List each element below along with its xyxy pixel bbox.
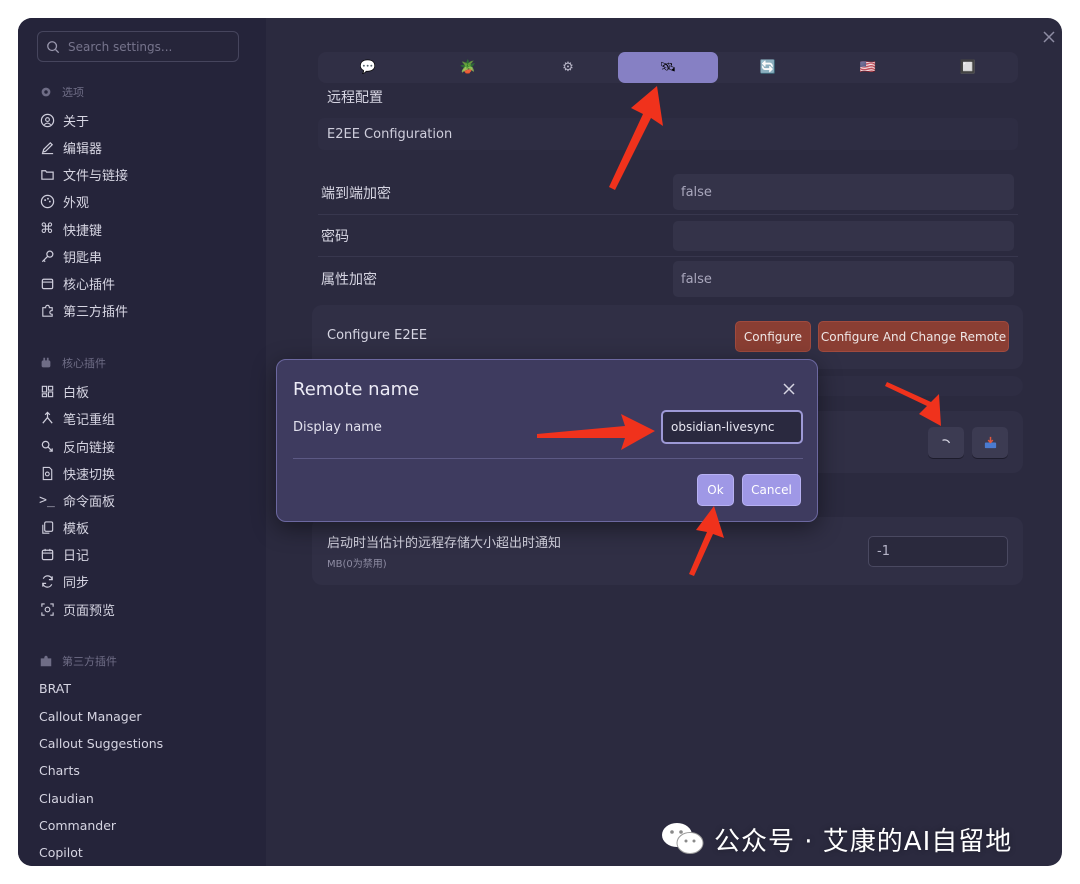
potted-plant-icon: 🪴 — [459, 60, 477, 75]
search-input[interactable] — [68, 39, 228, 54]
sidebar-item-files-links[interactable]: 文件与链接 — [39, 164, 128, 184]
terminal-icon: >_ — [39, 492, 55, 508]
display-name-label: Display name — [293, 420, 382, 435]
property-encryption-label: 属性加密 — [321, 272, 377, 288]
sidebar-item-canvas[interactable]: 白板 — [39, 381, 89, 401]
satellite-icon: 🛰 — [659, 60, 677, 75]
plugin-tab-bar: 💬 🪴 ⚙ 🛰 🔄 🇺🇸 🔲 — [318, 52, 1018, 83]
puzzle-icon — [39, 302, 55, 318]
passphrase-field[interactable] — [673, 221, 1014, 251]
tab-flag[interactable]: 🇺🇸 — [818, 52, 918, 83]
sidebar-item-command-palette[interactable]: >_ 命令面板 — [39, 490, 115, 510]
close-icon[interactable] — [1042, 30, 1056, 44]
sidebar-item-community-plugins[interactable]: 第三方插件 — [39, 300, 128, 320]
gear-icon — [39, 85, 53, 99]
sync-icon: 🔄 — [759, 60, 777, 75]
palette-icon — [39, 193, 55, 209]
core-plugins-header: 核心插件 — [39, 355, 106, 371]
sidebar-item-daily-notes[interactable]: 日记 — [39, 544, 89, 564]
inbox-tray-icon — [984, 436, 996, 449]
notify-size-sub: MB(0为禁用) — [327, 559, 387, 570]
sidebar-item-callout-suggestions[interactable]: Callout Suggestions — [39, 736, 163, 751]
sidebar-item-appearance[interactable]: 外观 — [39, 191, 89, 211]
info-circle-icon — [39, 112, 55, 128]
notify-size-input[interactable]: -1 — [868, 536, 1008, 567]
search-icon — [47, 40, 60, 53]
section-title: 远程配置 — [327, 90, 383, 106]
sidebar-item-brat[interactable]: BRAT — [39, 681, 71, 696]
tab-grid[interactable]: 🔲 — [918, 52, 1018, 83]
command-icon: ⌘ — [40, 221, 54, 237]
loading-button[interactable] — [928, 427, 964, 458]
wechat-icon — [662, 823, 704, 854]
sidebar-item-note-composer[interactable]: 笔记重组 — [39, 408, 115, 428]
sidebar-item-charts[interactable]: Charts — [39, 763, 80, 778]
sidebar-item-editor[interactable]: 编辑器 — [39, 137, 102, 157]
chat-bubble-icon: 💬 — [359, 60, 377, 75]
refresh-icon — [39, 573, 55, 589]
sidebar-item-commander[interactable]: Commander — [39, 818, 116, 833]
options-header: 选项 — [39, 84, 84, 100]
copy-icon — [39, 519, 55, 535]
sidebar-item-backlinks[interactable]: 反向链接 — [39, 436, 115, 456]
sidebar-item-page-preview[interactable]: 页面预览 — [39, 599, 115, 619]
modal-divider — [293, 458, 803, 459]
sidebar-item-hotkeys[interactable]: ⌘ 快捷键 — [39, 219, 102, 239]
third-party-header: 第三方插件 — [39, 653, 117, 669]
pencil-icon — [39, 139, 55, 155]
sidebar-item-claudian[interactable]: Claudian — [39, 791, 94, 806]
folder-link-icon — [39, 166, 55, 182]
e2ee-label: 端到端加密 — [321, 186, 391, 202]
canvas-icon — [39, 383, 55, 399]
tab-sync[interactable]: 🔄 — [718, 52, 818, 83]
preview-icon — [39, 601, 55, 617]
e2ee-config-heading: E2EE Configuration — [318, 118, 1018, 150]
divider — [318, 214, 1018, 215]
cancel-button[interactable]: Cancel — [742, 474, 801, 506]
file-search-icon — [39, 465, 55, 481]
tab-remote[interactable]: 🛰 — [618, 52, 718, 83]
configure-e2ee-label: Configure E2EE — [327, 328, 428, 343]
sidebar-item-copilot[interactable]: Copilot — [39, 845, 83, 860]
inbox-tray-button[interactable] — [972, 427, 1008, 458]
sidebar-item-callout-manager[interactable]: Callout Manager — [39, 709, 142, 724]
e2ee-value-field[interactable]: false — [673, 174, 1014, 210]
backlink-icon — [39, 438, 55, 454]
sidebar-item-keychain[interactable]: 钥匙串 — [39, 246, 102, 266]
gear-icon: ⚙ — [562, 60, 574, 75]
property-encryption-field[interactable]: false — [673, 261, 1014, 297]
configure-change-remote-button[interactable]: Configure And Change Remote — [818, 321, 1009, 352]
grid-icon: 🔲 — [959, 60, 977, 75]
calendar-icon — [39, 275, 55, 291]
settings-sidebar: 选项 关于 编辑器 文件与链接 外观 ⌘ 快捷键 钥匙串 核心插件 — [18, 18, 266, 866]
sidebar-item-core-plugins[interactable]: 核心插件 — [39, 273, 115, 293]
tab-plant[interactable]: 🪴 — [418, 52, 518, 83]
flag-icon: 🇺🇸 — [859, 60, 877, 75]
close-icon[interactable] — [782, 382, 796, 396]
sidebar-item-templates[interactable]: 模板 — [39, 517, 89, 537]
merge-icon — [39, 410, 55, 426]
configure-button[interactable]: Configure — [735, 321, 811, 352]
key-icon — [39, 248, 55, 264]
puzzle-icon — [39, 654, 53, 668]
tab-settings[interactable]: ⚙ — [518, 52, 618, 83]
passphrase-label: 密码 — [321, 229, 349, 245]
sidebar-item-quick-switcher[interactable]: 快速切换 — [39, 463, 115, 483]
display-name-input[interactable]: obsidian-livesync — [661, 410, 803, 444]
remote-name-modal: Remote name Display name obsidian-livesy… — [276, 359, 818, 522]
spinner-icon — [942, 438, 951, 443]
tab-chat[interactable]: 💬 — [318, 52, 418, 83]
watermark: 公众号 · 艾康的AI自留地 — [660, 820, 1012, 858]
modal-title: Remote name — [293, 379, 420, 400]
calendar-icon — [39, 546, 55, 562]
notify-size-label: 启动时当估计的远程存储大小超出时通知 — [327, 536, 562, 551]
sidebar-item-sync[interactable]: 同步 — [39, 571, 89, 591]
sidebar-item-about[interactable]: 关于 — [39, 110, 89, 130]
divider — [318, 256, 1018, 257]
plug-icon — [39, 356, 53, 370]
search-box[interactable] — [37, 31, 239, 62]
ok-button[interactable]: Ok — [697, 474, 734, 506]
